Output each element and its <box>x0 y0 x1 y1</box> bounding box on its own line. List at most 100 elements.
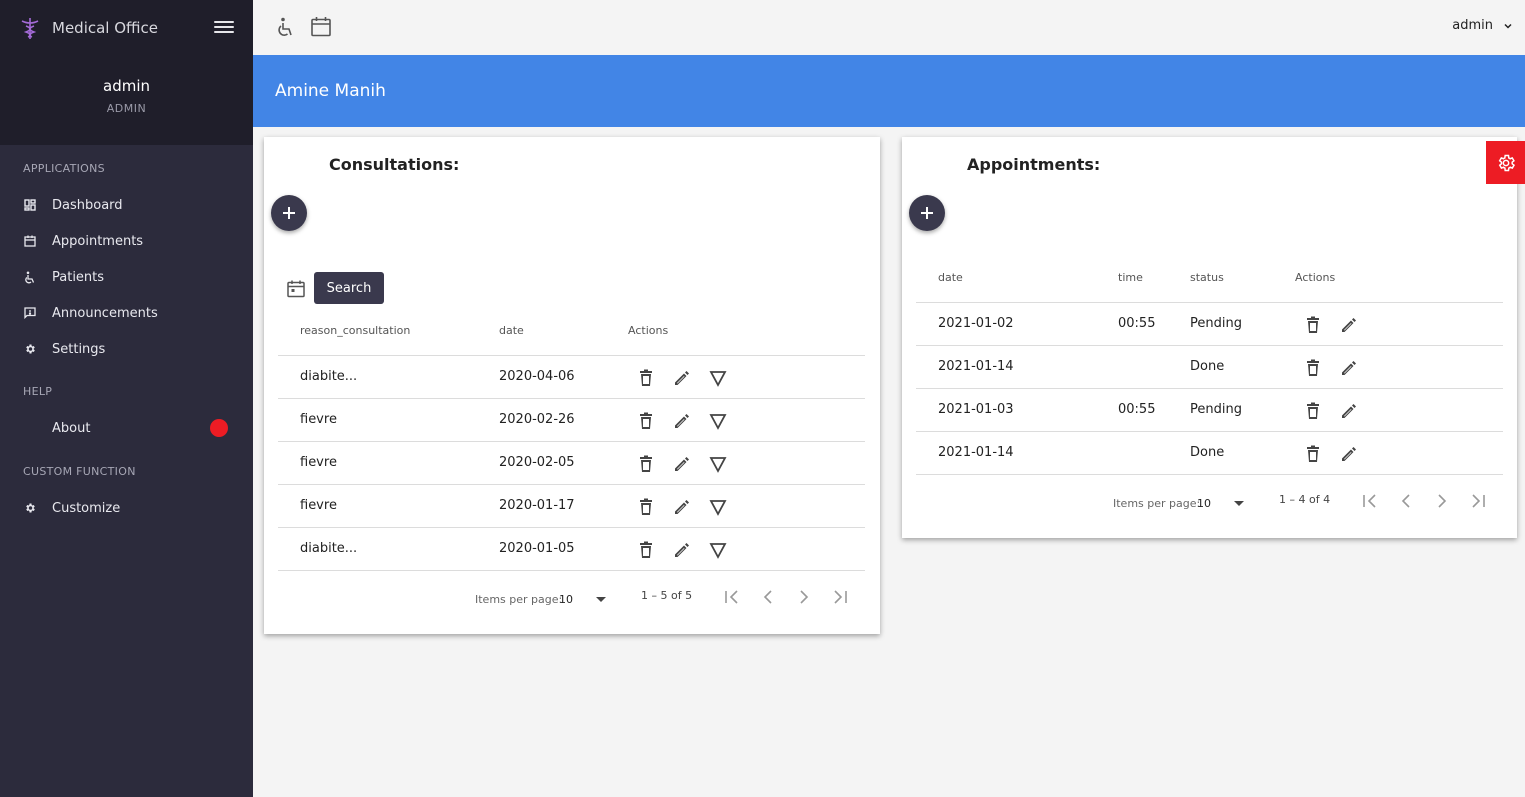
items-per-page-label: Items per page: <box>1113 497 1201 510</box>
calendar-icon[interactable] <box>310 16 332 38</box>
edit-icon[interactable] <box>672 368 692 388</box>
column-header-actions: Actions <box>1295 271 1336 284</box>
first-page-icon[interactable] <box>722 587 742 607</box>
theme-settings-button[interactable] <box>1486 141 1525 184</box>
sidebar-item-appointments[interactable]: Appointments <box>0 223 253 259</box>
app-title: Medical Office <box>52 18 159 37</box>
add-consultation-button[interactable] <box>271 195 307 231</box>
wheelchair-icon <box>23 270 37 284</box>
filter-icon[interactable] <box>708 411 728 431</box>
sidebar-item-announcements[interactable]: Announcements <box>0 295 253 331</box>
column-header-date[interactable]: date <box>938 271 963 284</box>
column-header-date[interactable]: date <box>499 324 524 337</box>
edit-icon[interactable] <box>672 454 692 474</box>
table-row: fievre 2020-01-17 <box>278 484 865 527</box>
filter-icon[interactable] <box>708 497 728 517</box>
edit-icon[interactable] <box>672 411 692 431</box>
table-row: 2021-01-14 Done <box>916 431 1503 474</box>
nav-section-custom-function: CUSTOM FUNCTION <box>23 465 136 478</box>
cell-reason: fievre <box>300 455 337 470</box>
date-picker-icon[interactable] <box>286 279 306 299</box>
cell-status: Pending <box>1190 402 1242 417</box>
previous-page-icon[interactable] <box>1396 491 1416 511</box>
cell-date: 2021-01-14 <box>938 445 1014 460</box>
chevron-down-icon <box>1504 23 1512 29</box>
filter-icon[interactable] <box>708 368 728 388</box>
filter-icon[interactable] <box>708 540 728 560</box>
cell-date: 2020-04-06 <box>499 369 575 384</box>
delete-icon[interactable] <box>636 368 656 388</box>
plus-icon <box>283 207 295 219</box>
previous-page-icon[interactable] <box>758 587 778 607</box>
add-appointment-button[interactable] <box>909 195 945 231</box>
page-size-caret-icon[interactable] <box>596 597 606 602</box>
table-divider <box>916 474 1503 475</box>
sidebar-item-label: Appointments <box>52 233 144 249</box>
plus-icon <box>921 207 933 219</box>
last-page-icon[interactable] <box>1468 491 1488 511</box>
delete-icon[interactable] <box>1303 358 1323 378</box>
filter-icon[interactable] <box>708 454 728 474</box>
user-menu[interactable]: admin <box>1452 18 1513 33</box>
sidebar-item-settings[interactable]: Settings <box>0 331 253 367</box>
consultations-title: Consultations: <box>329 155 460 174</box>
cell-status: Done <box>1190 359 1225 374</box>
table-row: 2021-01-14 Done <box>916 345 1503 388</box>
cell-date: 2020-02-26 <box>499 412 575 427</box>
sidebar-item-label: About <box>52 420 91 436</box>
column-header-reason[interactable]: reason_consultation <box>300 324 410 337</box>
hamburger-menu-icon[interactable] <box>214 18 234 36</box>
cell-status: Done <box>1190 445 1225 460</box>
gear-icon <box>23 342 37 356</box>
gear-icon <box>1498 154 1515 171</box>
edit-icon[interactable] <box>1339 401 1359 421</box>
delete-icon[interactable] <box>1303 401 1323 421</box>
announcement-icon <box>23 306 37 320</box>
dashboard-icon <box>23 198 37 212</box>
cell-reason: fievre <box>300 498 337 513</box>
page-size-caret-icon[interactable] <box>1234 501 1244 506</box>
sidebar-item-about[interactable]: About <box>0 410 253 446</box>
pagination-range: 1 – 4 of 4 <box>1279 493 1331 506</box>
column-header-time[interactable]: time <box>1118 271 1143 284</box>
last-page-icon[interactable] <box>830 587 850 607</box>
next-page-icon[interactable] <box>1432 491 1452 511</box>
delete-icon[interactable] <box>1303 315 1323 335</box>
page-size-select[interactable]: 10 <box>559 593 573 606</box>
sidebar: Medical Office admin ADMIN APPLICATIONS … <box>0 0 253 797</box>
delete-icon[interactable] <box>636 411 656 431</box>
sidebar-item-dashboard[interactable]: Dashboard <box>0 187 253 223</box>
edit-icon[interactable] <box>1339 358 1359 378</box>
delete-icon[interactable] <box>636 497 656 517</box>
delete-icon[interactable] <box>636 540 656 560</box>
column-header-status[interactable]: status <box>1190 271 1224 284</box>
sidebar-item-patients[interactable]: Patients <box>0 259 253 295</box>
column-header-actions: Actions <box>628 324 669 337</box>
appointments-title: Appointments: <box>967 155 1101 174</box>
cell-date: 2020-01-05 <box>499 541 575 556</box>
search-button[interactable]: Search <box>314 272 384 304</box>
wheelchair-icon[interactable] <box>275 16 297 38</box>
table-row: 2021-01-02 00:55 Pending <box>916 302 1503 345</box>
next-page-icon[interactable] <box>794 587 814 607</box>
caduceus-icon <box>18 16 42 40</box>
nav-section-help: HELP <box>23 385 53 398</box>
delete-icon[interactable] <box>636 454 656 474</box>
edit-icon[interactable] <box>672 540 692 560</box>
edit-icon[interactable] <box>1339 315 1359 335</box>
table-row: fievre 2020-02-26 <box>278 398 865 441</box>
cell-date: 2021-01-14 <box>938 359 1014 374</box>
table-divider <box>278 570 865 571</box>
first-page-icon[interactable] <box>1360 491 1380 511</box>
gear-icon <box>23 501 37 515</box>
sidebar-user-role: ADMIN <box>106 102 147 115</box>
sidebar-item-label: Dashboard <box>52 197 123 213</box>
sidebar-item-label: Settings <box>52 341 106 357</box>
cell-status: Pending <box>1190 316 1242 331</box>
delete-icon[interactable] <box>1303 444 1323 464</box>
sidebar-item-customize[interactable]: Customize <box>0 490 253 526</box>
appointments-card: Appointments: date time status Actions 2… <box>902 137 1517 538</box>
edit-icon[interactable] <box>672 497 692 517</box>
edit-icon[interactable] <box>1339 444 1359 464</box>
page-size-select[interactable]: 10 <box>1197 497 1211 510</box>
